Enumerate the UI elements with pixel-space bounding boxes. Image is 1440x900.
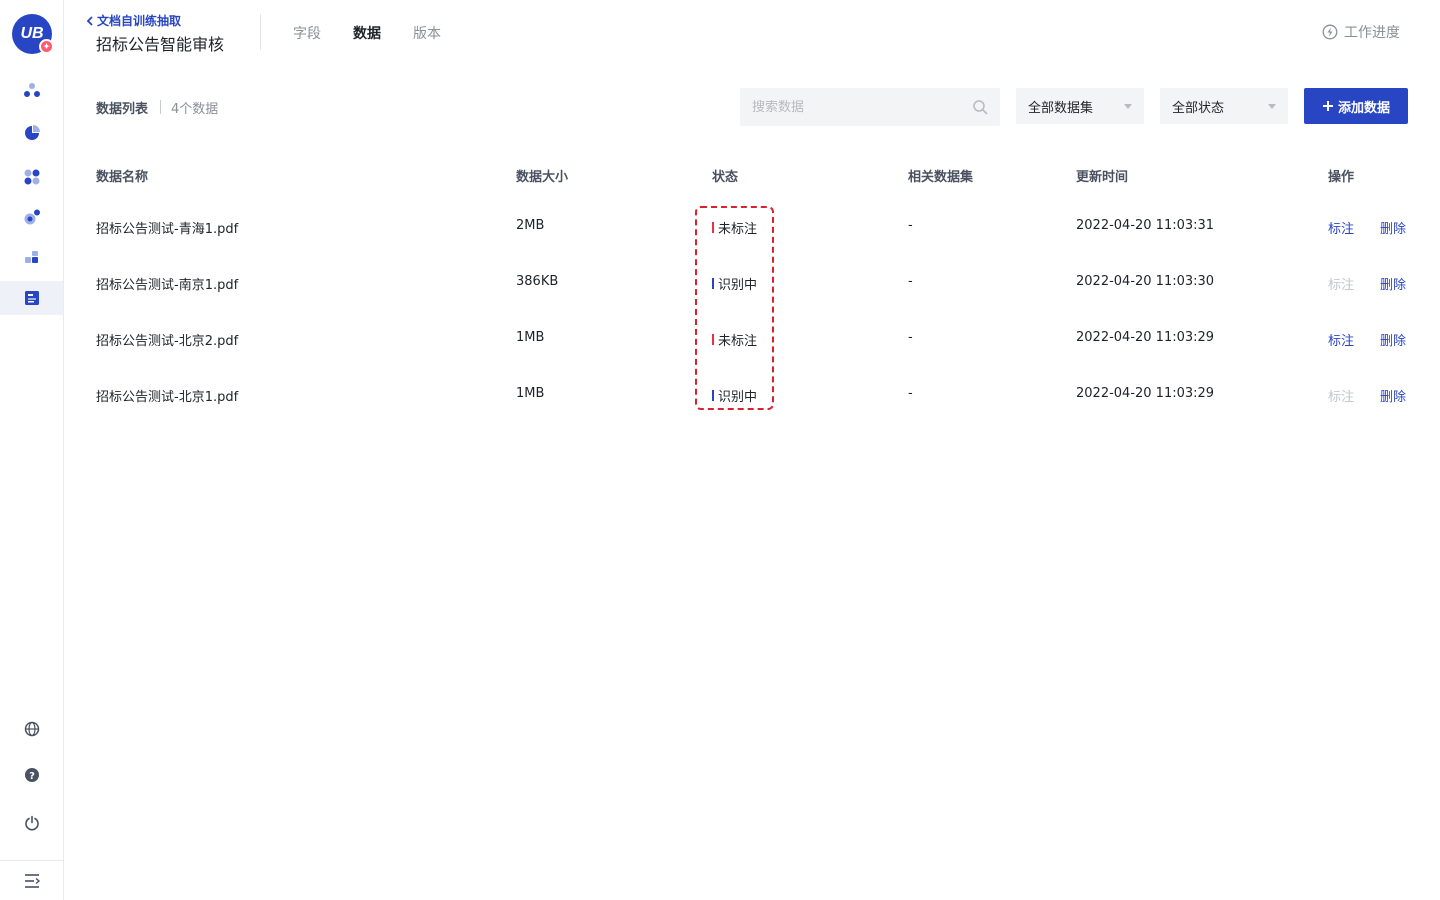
search-input[interactable]: [752, 99, 972, 115]
delete-link[interactable]: 删除: [1380, 330, 1406, 349]
updated-time: 2022-04-20 11:03:30: [1076, 274, 1215, 289]
search-icon[interactable]: [972, 99, 988, 115]
file-name: 招标公告测试-青海1.pdf: [96, 222, 239, 237]
sidebar: UB ✦ ?: [0, 0, 64, 900]
updated-time: 2022-04-20 11:03:29: [1076, 386, 1215, 401]
status-indicator: [712, 334, 714, 345]
pie-chart-icon: [24, 125, 40, 140]
status-text: 未标注: [718, 222, 758, 237]
annotate-link[interactable]: 标注: [1328, 330, 1354, 349]
column-header-name: 数据名称: [96, 170, 149, 185]
collapse-menu-icon: [24, 874, 40, 888]
status-indicator: [712, 390, 714, 401]
caret-down-icon: [1268, 103, 1276, 109]
sidebar-item-language[interactable]: [0, 712, 63, 746]
add-data-button[interactable]: 添加数据: [1304, 88, 1408, 124]
tab-fields[interactable]: 字段: [293, 23, 321, 43]
column-header-dataset: 相关数据集: [908, 170, 974, 185]
search-box: [740, 88, 1000, 126]
file-size: 2MB: [516, 218, 545, 233]
sidebar-item-logout[interactable]: [0, 806, 63, 840]
header-divider: [260, 14, 261, 50]
sidebar-item-documents[interactable]: [0, 281, 63, 315]
column-header-status: 状态: [712, 170, 739, 185]
chevron-left-icon: [86, 15, 93, 26]
dataset-filter-select[interactable]: 全部数据集: [1016, 88, 1144, 124]
svg-text:?: ?: [29, 771, 35, 782]
sidebar-divider: [0, 860, 63, 861]
related-dataset: -: [908, 274, 913, 289]
status-filter-select[interactable]: 全部状态: [1160, 88, 1288, 124]
status-badge: 识别中: [712, 386, 757, 405]
sidebar-item-pie[interactable]: [0, 116, 63, 150]
status-text: 未标注: [718, 334, 758, 349]
delete-link[interactable]: 删除: [1380, 218, 1406, 237]
updated-time: 2022-04-20 11:03:31: [1076, 218, 1215, 233]
document-list-icon: [24, 291, 39, 305]
status-text: 识别中: [718, 390, 758, 405]
delete-link[interactable]: 删除: [1380, 386, 1406, 405]
blocks-icon: [24, 251, 38, 263]
tab-data[interactable]: 数据: [353, 23, 381, 43]
work-progress-button[interactable]: 工作进度: [1322, 22, 1400, 42]
add-data-label: 添加数据: [1337, 100, 1390, 116]
apps-icon: [24, 169, 39, 185]
power-icon: [24, 815, 39, 831]
sidebar-item-blocks[interactable]: [0, 241, 63, 275]
annotate-link: 标注: [1328, 278, 1355, 293]
file-name: 招标公告测试-南京1.pdf: [96, 278, 239, 293]
updated-time: 2022-04-20 11:03:29: [1076, 330, 1215, 345]
app-logo[interactable]: UB ✦: [12, 14, 54, 54]
status-indicator: [712, 278, 714, 289]
globe-icon: [24, 721, 39, 737]
sidebar-item-apps[interactable]: [0, 160, 63, 194]
sidebar-item-nodes[interactable]: [0, 73, 63, 107]
help-icon: ?: [24, 768, 39, 782]
work-progress-label: 工作进度: [1344, 25, 1400, 41]
data-count: 4个数据: [171, 102, 219, 117]
bubbles-icon: [24, 209, 40, 225]
logo-badge-icon: ✦: [39, 39, 54, 54]
caret-down-icon: [1124, 103, 1132, 109]
related-dataset: -: [908, 386, 913, 401]
file-name: 招标公告测试-北京2.pdf: [96, 334, 239, 349]
file-size: 1MB: [516, 330, 545, 345]
status-badge: 未标注: [712, 330, 757, 349]
status-badge: 未标注: [712, 218, 757, 237]
plus-icon: [1322, 101, 1333, 111]
back-link-label: 文档自训练抽取: [97, 14, 182, 28]
nodes-icon: [23, 83, 40, 97]
status-badge: 识别中: [712, 274, 757, 293]
annotate-link: 标注: [1328, 390, 1355, 405]
related-dataset: -: [908, 330, 913, 345]
sidebar-item-bubbles[interactable]: [0, 200, 63, 234]
dataset-filter-value: 全部数据集: [1028, 100, 1094, 116]
list-title: 数据列表: [96, 102, 149, 117]
status-text: 识别中: [718, 278, 758, 293]
column-header-size: 数据大小: [516, 170, 569, 185]
file-name: 招标公告测试-北京1.pdf: [96, 390, 239, 405]
lightning-icon: [1322, 24, 1338, 40]
file-size: 1MB: [516, 386, 545, 401]
status-indicator: [712, 222, 714, 233]
sidebar-item-help[interactable]: ?: [0, 758, 63, 792]
logo-text: UB: [20, 25, 44, 42]
sidebar-collapse-toggle[interactable]: [0, 864, 63, 898]
file-size: 386KB: [516, 274, 559, 289]
column-header-actions: 操作: [1328, 170, 1355, 185]
list-title-separator: [160, 100, 161, 114]
page-title: 招标公告智能审核: [96, 35, 225, 54]
column-header-updated: 更新时间: [1076, 170, 1129, 185]
back-link[interactable]: 文档自训练抽取: [86, 12, 181, 29]
related-dataset: -: [908, 218, 913, 233]
status-filter-value: 全部状态: [1172, 100, 1225, 116]
tab-versions[interactable]: 版本: [413, 23, 441, 43]
delete-link[interactable]: 删除: [1380, 274, 1406, 293]
annotate-link[interactable]: 标注: [1328, 218, 1354, 237]
